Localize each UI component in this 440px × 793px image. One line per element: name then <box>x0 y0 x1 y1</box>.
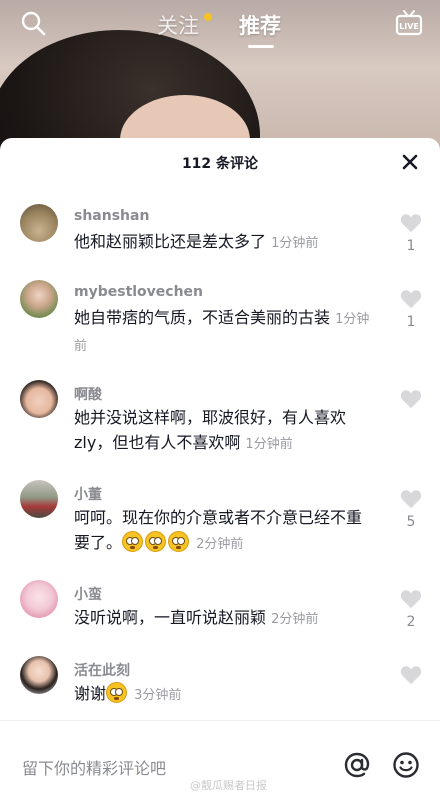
live-icon[interactable]: LIVE <box>394 8 424 38</box>
comment-input[interactable]: 留下你的精彩评论吧 <box>22 755 166 779</box>
comment-count: 112 条评论 <box>181 156 259 172</box>
comment-item: 小蛮 没听说啊，一直听说赵丽颖 2分钟前 2 <box>0 574 440 650</box>
comment-time: 3分钟前 <box>134 688 182 703</box>
avatar[interactable] <box>20 480 58 518</box>
heart-icon[interactable] <box>400 212 422 234</box>
comment-username[interactable]: shanshan <box>74 208 149 224</box>
comment-text: 没听说啊，一直听说赵丽颖 <box>74 608 267 627</box>
heart-icon[interactable] <box>400 664 422 686</box>
dizzy-face-emoji-icon <box>106 682 128 703</box>
avatar[interactable] <box>20 204 58 242</box>
comment-username[interactable]: 啊酸 <box>74 384 102 404</box>
close-icon[interactable] <box>400 152 420 172</box>
like-count: 1 <box>406 238 416 254</box>
comment-username[interactable]: mybestlovechen <box>74 284 203 300</box>
comment-text: 他和赵丽颖比还是差太多了 <box>74 232 267 251</box>
comment-body: 她并没说这样啊，耶波很好，有人喜欢zly，但也有人不喜欢啊 1分钟前 <box>74 405 374 457</box>
dizzy-face-emoji-icon <box>168 531 190 552</box>
heart-icon[interactable] <box>400 388 422 410</box>
comment-body: 他和赵丽颖比还是差太多了 1分钟前 <box>74 229 374 256</box>
avatar[interactable] <box>20 656 58 694</box>
comment-text: 她并没说这样啊，耶波很好，有人喜欢zly，但也有人不喜欢啊 <box>74 408 347 452</box>
comment-item: mybestlovechen 她自带痞的气质，不适合美丽的古装 1分钟前 1 <box>0 274 440 374</box>
comment-list: shanshan 他和赵丽颖比还是差太多了 1分钟前 1 mybestlovec… <box>0 198 440 726</box>
comment-body: 呵呵。现在你的介意或者不介意已经不重要了。 2分钟前 <box>74 505 374 557</box>
emoji-face-icon[interactable] <box>392 751 420 779</box>
tab-follow[interactable]: 关注 <box>157 10 199 40</box>
comment-item: 啊酸 她并没说这样啊，耶波很好，有人喜欢zly，但也有人不喜欢啊 1分钟前 <box>0 374 440 474</box>
tab-recommend[interactable]: 推荐 <box>239 10 281 40</box>
watermark: @靓瓜赐者日报 <box>190 779 267 792</box>
like-count: 2 <box>406 614 416 630</box>
comment-body: 她自带痞的气质，不适合美丽的古装 1分钟前 <box>74 305 374 359</box>
comment-text: 她自带痞的气质，不适合美丽的古装 <box>74 308 331 327</box>
svg-text:LIVE: LIVE <box>399 22 419 31</box>
avatar[interactable] <box>20 580 58 618</box>
heart-icon[interactable] <box>400 488 422 510</box>
like-count: 5 <box>406 514 416 530</box>
at-mention-icon[interactable] <box>343 751 371 779</box>
comment-body: 没听说啊，一直听说赵丽颖 2分钟前 <box>74 605 374 632</box>
comment-username[interactable]: 活在此刻 <box>74 660 130 680</box>
sheet-header: 112 条评论 <box>0 138 440 186</box>
active-tab-indicator <box>248 45 274 48</box>
dizzy-face-emoji-icon <box>122 531 144 552</box>
comments-sheet: 112 条评论 shanshan 他和赵丽颖比还是差太多了 1分钟前 1 myb… <box>0 138 440 793</box>
comment-time: 2分钟前 <box>271 612 319 627</box>
comment-item: 小董 呵呵。现在你的介意或者不介意已经不重要了。 2分钟前 5 <box>0 474 440 574</box>
notification-dot <box>204 13 212 21</box>
top-nav: 关注 推荐 LIVE <box>0 0 440 56</box>
heart-icon[interactable] <box>400 588 422 610</box>
comment-item: 活在此刻 谢谢 3分钟前 <box>0 650 440 726</box>
comment-text: 谢谢 <box>74 684 107 703</box>
heart-icon[interactable] <box>400 288 422 310</box>
search-icon[interactable] <box>20 10 46 36</box>
comment-time: 1分钟前 <box>245 437 293 452</box>
dizzy-face-emoji-icon <box>145 531 167 552</box>
comment-username[interactable]: 小董 <box>74 484 102 504</box>
like-count: 1 <box>406 314 416 330</box>
comment-body: 谢谢 3分钟前 <box>74 681 374 708</box>
avatar[interactable] <box>20 380 58 418</box>
comment-input-bar: 留下你的精彩评论吧 @靓瓜赐者日报 <box>0 720 440 793</box>
comment-item: shanshan 他和赵丽颖比还是差太多了 1分钟前 1 <box>0 198 440 274</box>
comment-time: 2分钟前 <box>196 537 244 552</box>
avatar[interactable] <box>20 280 58 318</box>
comment-username[interactable]: 小蛮 <box>74 584 102 604</box>
comment-time: 1分钟前 <box>271 236 319 251</box>
